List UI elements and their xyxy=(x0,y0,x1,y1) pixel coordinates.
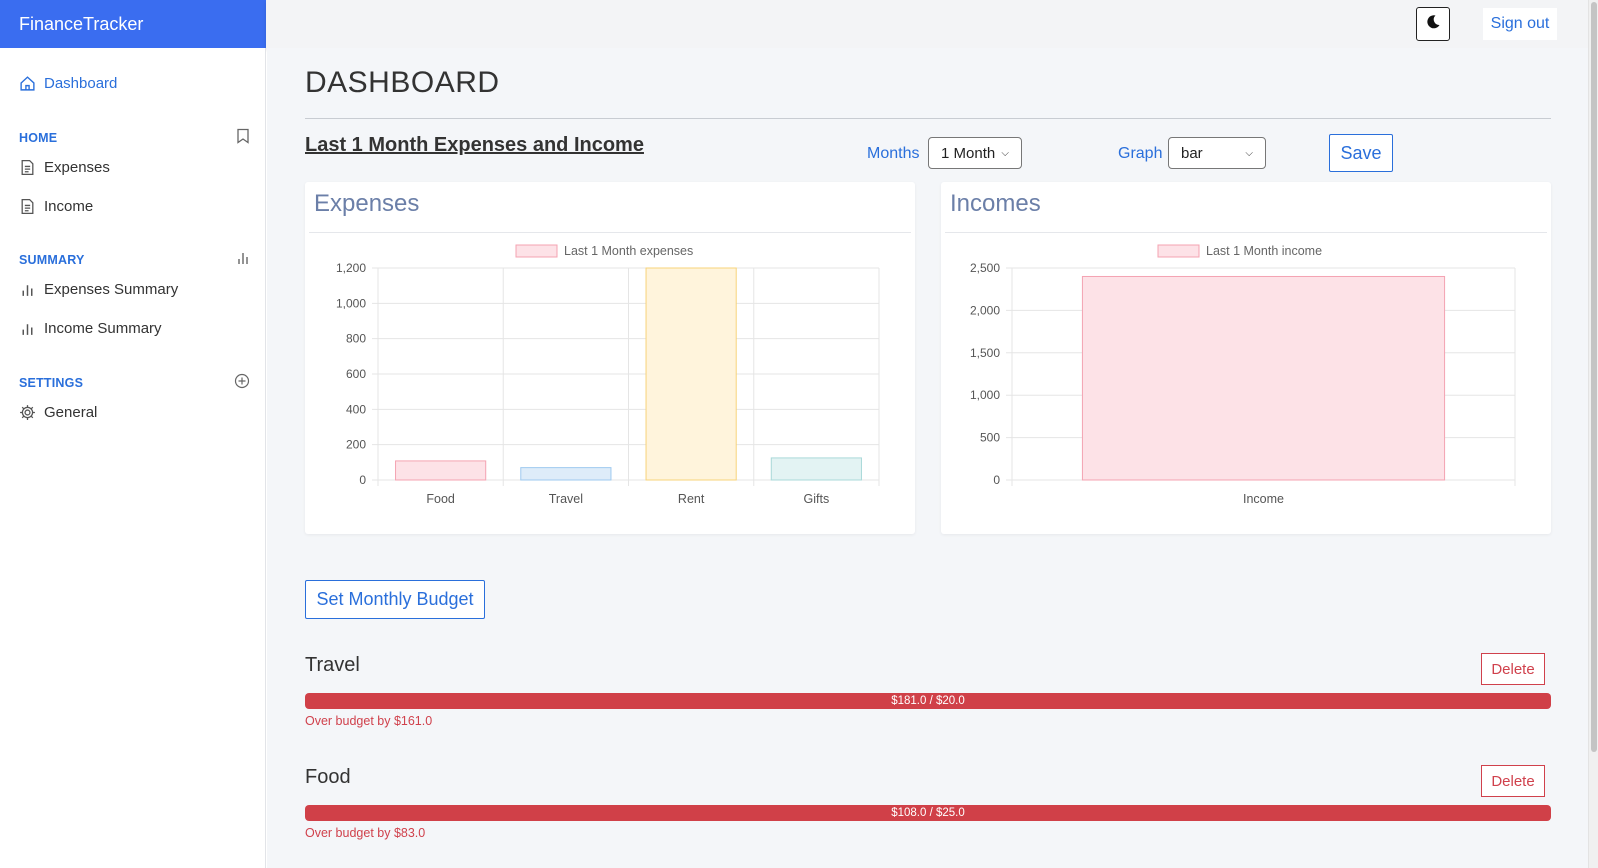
x-tick-label: Rent xyxy=(678,492,705,506)
y-tick-label: 1,200 xyxy=(336,261,366,275)
y-tick-label: 200 xyxy=(346,438,366,452)
sidebar-item-income[interactable]: Income xyxy=(19,198,93,215)
sidebar-section-home: HOME xyxy=(19,128,250,147)
budget-progress-bar: $108.0 / $25.0 xyxy=(305,805,1551,821)
dark-mode-toggle[interactable] xyxy=(1416,7,1450,41)
document-icon xyxy=(19,159,36,176)
over-budget-text: Over budget by $161.0 xyxy=(305,714,433,728)
y-tick-label: 2,500 xyxy=(970,261,1000,275)
y-tick-label: 1,000 xyxy=(336,296,366,310)
budget-progress-bar: $181.0 / $20.0 xyxy=(305,693,1551,709)
legend-swatch[interactable] xyxy=(1157,244,1200,258)
y-tick-label: 1,000 xyxy=(970,388,1000,402)
app-brand[interactable]: FinanceTracker xyxy=(0,0,266,48)
sidebar-item-general[interactable]: General xyxy=(19,404,97,421)
section-heading: SETTINGS xyxy=(19,375,84,390)
expenses-card: Expenses Last 1 Month expenses 0 200 400 600… xyxy=(305,182,915,534)
months-label: Months xyxy=(867,145,920,162)
y-tick-label: 2,000 xyxy=(970,303,1000,317)
sidebar-item-label: General xyxy=(44,404,98,421)
save-button[interactable]: Save xyxy=(1329,134,1393,172)
home-icon xyxy=(19,75,36,92)
gear-icon xyxy=(19,404,36,421)
sidebar-item-label: Expenses xyxy=(44,159,110,176)
sidebar: Dashboard HOME Expenses Income SUMMARY E… xyxy=(0,48,266,868)
bar-gifts[interactable] xyxy=(770,457,862,481)
sidebar-section-summary: SUMMARY xyxy=(19,251,250,268)
section-heading: HOME xyxy=(19,130,58,145)
incomes-card: Incomes Last 1 Month income 0 500 1,000 1,50… xyxy=(941,182,1551,534)
budget-name: Travel xyxy=(305,654,360,676)
divider xyxy=(305,118,1551,119)
delete-budget-button[interactable]: Delete xyxy=(1481,765,1545,797)
expenses-bar-chart: Last 1 Month expenses 0 200 400 600 800 1,000 1… xyxy=(336,244,880,506)
y-tick-label: 0 xyxy=(359,473,366,487)
sidebar-item-dashboard[interactable]: Dashboard xyxy=(19,75,117,92)
page-scrollbar[interactable] xyxy=(1588,0,1598,868)
y-tick-label: 600 xyxy=(346,367,366,381)
sidebar-item-label: Income Summary xyxy=(44,320,162,337)
delete-budget-button[interactable]: Delete xyxy=(1481,653,1545,685)
y-tick-label: 400 xyxy=(346,402,366,416)
section-title[interactable]: Last 1 Month Expenses and Income xyxy=(305,134,644,157)
y-tick-label: 1,500 xyxy=(970,346,1000,360)
legend-swatch[interactable] xyxy=(515,244,558,258)
document-icon xyxy=(19,198,36,215)
y-tick-label: 0 xyxy=(993,473,1000,487)
months-select[interactable]: 1 Month ⌵ xyxy=(928,137,1022,169)
sidebar-item-label: Expenses Summary xyxy=(44,281,179,298)
legend-label[interactable]: Last 1 Month expenses xyxy=(564,244,693,258)
sign-out-button[interactable]: Sign out xyxy=(1483,8,1557,40)
sidebar-item-expenses[interactable]: Expenses xyxy=(19,159,110,176)
card-title: Incomes xyxy=(950,190,1041,217)
bar-chart-icon xyxy=(19,281,36,298)
page-title: DASHBOARD xyxy=(305,66,500,99)
sidebar-item-label: Income xyxy=(44,198,94,215)
main-content: DASHBOARD Last 1 Month Expenses and Inco… xyxy=(267,48,1588,868)
card-divider xyxy=(309,232,911,233)
graph-select-value: bar xyxy=(1181,144,1203,162)
top-bar xyxy=(266,0,1588,48)
over-budget-text: Over budget by $83.0 xyxy=(305,826,426,840)
sidebar-item-expenses-summary[interactable]: Expenses Summary xyxy=(19,281,178,298)
sidebar-item-label: Dashboard xyxy=(44,75,118,92)
card-divider xyxy=(945,232,1547,233)
plus-circle-icon[interactable] xyxy=(234,373,250,392)
chevron-down-icon: ⌵ xyxy=(1001,147,1009,159)
bar-travel[interactable] xyxy=(520,467,612,481)
y-tick-label: 800 xyxy=(346,332,366,346)
months-select-value: 1 Month xyxy=(941,144,996,162)
bar-chart-icon[interactable] xyxy=(236,251,250,268)
sidebar-item-income-summary[interactable]: Income Summary xyxy=(19,320,162,337)
section-heading: SUMMARY xyxy=(19,252,85,267)
x-tick-label: Food xyxy=(426,492,455,506)
x-tick-label: Travel xyxy=(549,492,583,506)
moon-icon xyxy=(1425,14,1441,35)
y-tick-label: 500 xyxy=(980,431,1000,445)
budget-name: Food xyxy=(305,766,351,788)
graph-select[interactable]: bar ⌵ xyxy=(1168,137,1266,169)
incomes-bar-chart: Last 1 Month income 0 500 1,000 1,500 2,000 2,… xyxy=(970,244,1516,506)
bar-rent[interactable] xyxy=(645,267,737,481)
card-title: Expenses xyxy=(314,190,420,217)
bar-food[interactable] xyxy=(395,460,487,481)
x-tick-label: Income xyxy=(1243,492,1284,506)
x-tick-label: Gifts xyxy=(804,492,830,506)
legend-label[interactable]: Last 1 Month income xyxy=(1206,244,1322,258)
graph-label: Graph xyxy=(1118,145,1163,162)
sidebar-section-settings: SETTINGS xyxy=(19,373,250,392)
bar-chart-icon xyxy=(19,320,36,337)
bar-income[interactable] xyxy=(1081,275,1446,481)
bookmark-icon[interactable] xyxy=(236,128,250,147)
set-monthly-budget-button[interactable]: Set Monthly Budget xyxy=(305,580,485,619)
chevron-down-icon: ⌵ xyxy=(1245,147,1253,159)
scrollbar-thumb[interactable] xyxy=(1591,2,1597,752)
